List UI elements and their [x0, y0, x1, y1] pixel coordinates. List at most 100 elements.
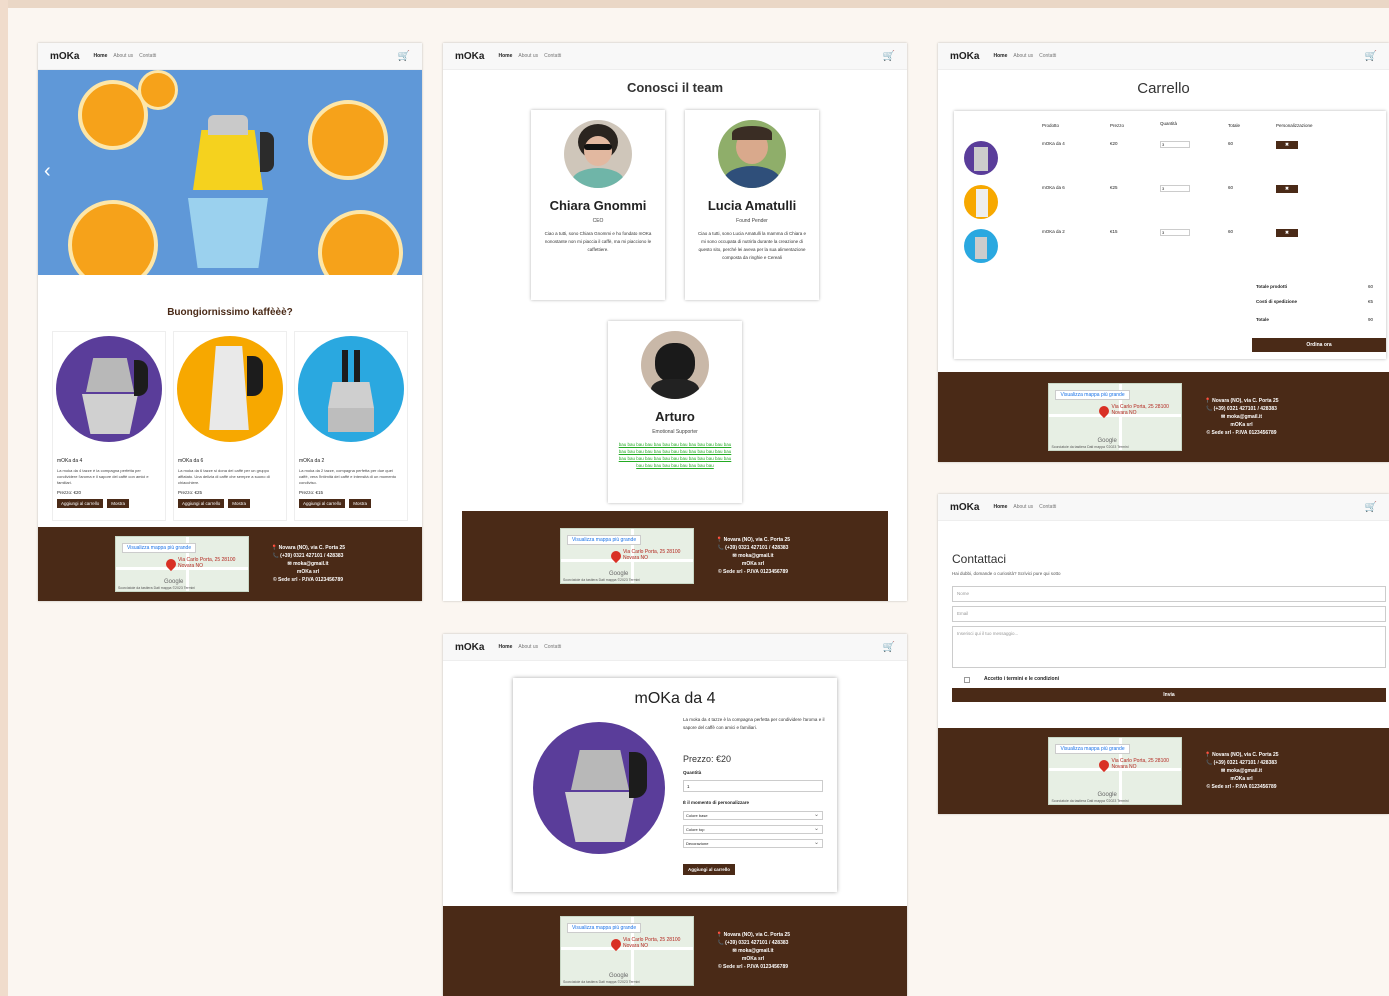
logo[interactable]: mOKa: [455, 642, 484, 653]
cart-item-image: [964, 141, 998, 175]
map-enlarge-button[interactable]: Visualizza mappa più grande: [566, 535, 642, 545]
navbar: mOKa Home About us Contatti 🛒: [938, 494, 1389, 521]
logo[interactable]: mOKa: [455, 51, 484, 62]
nav-about[interactable]: About us: [1013, 53, 1033, 59]
email-input[interactable]: Email: [952, 606, 1386, 622]
moka-lid: [208, 115, 248, 135]
name-input[interactable]: Nome: [952, 586, 1386, 602]
remove-item-button[interactable]: ✖: [1276, 185, 1298, 193]
footer-address: 📍 Novara (NO), via C. Porta 25: [715, 537, 791, 543]
select-base-color[interactable]: Colore base: [683, 811, 823, 820]
footer-email[interactable]: ✉ moka@gmail.it: [716, 947, 790, 955]
cart-qty-input[interactable]: 3: [1160, 141, 1190, 148]
cart-icon[interactable]: 🛒: [1365, 51, 1377, 62]
select-decoration[interactable]: Decorazione: [683, 839, 823, 848]
nav-home[interactable]: Home: [93, 53, 107, 59]
cart-qty-input[interactable]: 3: [1160, 229, 1190, 236]
map-place-label: Via Carlo Porta, 25 28100 Novara NO: [1111, 758, 1169, 770]
member-name: Chiara Gnommi: [549, 198, 647, 213]
cart-icon[interactable]: 🛒: [1365, 502, 1377, 513]
product-price: Prezzo: €25: [178, 490, 203, 495]
product-buttons: Aggiungi al carrello Mostra: [53, 499, 165, 508]
footer: Visualizza mappa più grande Via Carlo Po…: [938, 372, 1389, 462]
cart-icon[interactable]: 🛒: [883, 642, 895, 653]
footer-legal: © Sede srl - P.IVA 0123456789: [717, 569, 789, 575]
col-total: Totale: [1228, 123, 1241, 128]
member-role: Found Pender: [736, 218, 768, 224]
logo[interactable]: mOKa: [950, 502, 979, 513]
select-top-color[interactable]: Colore top: [683, 825, 823, 834]
terms-checkbox[interactable]: [964, 677, 970, 683]
detail-card: mOKa da 4 La moka da 4 tazze è la compag…: [513, 678, 837, 892]
remove-item-button[interactable]: ✖: [1276, 229, 1298, 237]
footer-phone: 📞 (+39) 0321 427101 / 428383: [1206, 406, 1277, 412]
product-image[interactable]: [177, 336, 283, 442]
map-attribution: Scorciatoie da tastiera Dati mappa ©2023…: [562, 578, 641, 582]
nav-contact[interactable]: Contatti: [544, 53, 561, 59]
map-place-label: Via Carlo Porta, 25 28100 Novara NO: [1111, 404, 1169, 416]
cart-icon[interactable]: 🛒: [883, 51, 895, 62]
nav-home[interactable]: Home: [993, 504, 1007, 510]
add-to-cart-button[interactable]: Aggiungi al carrello: [57, 499, 104, 508]
summary-value: 60: [1368, 284, 1374, 289]
map-embed[interactable]: Visualizza mappa più grande Via Carlo Po…: [559, 916, 694, 986]
product-image[interactable]: [56, 336, 162, 442]
add-to-cart-button[interactable]: Aggiungi al carrello: [683, 864, 736, 875]
logo[interactable]: mOKa: [950, 51, 979, 62]
map-embed[interactable]: Visualizza mappa più grande Via Carlo Po…: [559, 528, 694, 584]
team-card: Lucia Amatulli Found Pender Ciao a tutti…: [685, 110, 819, 300]
map-embed[interactable]: Visualizza mappa più grande Via Carlo Po…: [114, 536, 249, 592]
product-desc: La moka da 2 tazze, compagna perfetta pe…: [299, 468, 397, 485]
map-enlarge-button[interactable]: Visualizza mappa più grande: [121, 543, 197, 553]
cart-qty-input[interactable]: 3: [1160, 185, 1190, 192]
cart-icon[interactable]: 🛒: [398, 51, 410, 62]
nav-about[interactable]: About us: [518, 644, 538, 650]
checkout-button[interactable]: Ordina ora: [1252, 338, 1386, 352]
add-to-cart-button[interactable]: Aggiungi al carrello: [178, 499, 225, 508]
map-embed[interactable]: Visualizza mappa più grande Via Carlo Po…: [1048, 383, 1183, 451]
nav-about[interactable]: About us: [1013, 504, 1033, 510]
footer-email[interactable]: ✉ moka@gmail.it: [1204, 767, 1278, 775]
logo[interactable]: mOKa: [50, 51, 79, 62]
nav-about[interactable]: About us: [113, 53, 133, 59]
background-band: [0, 0, 1389, 8]
col-product: Prodotto: [1042, 123, 1060, 128]
nav-home[interactable]: Home: [993, 53, 1007, 59]
qty-input[interactable]: 1: [683, 780, 823, 792]
contact-subtitle: Hai dubbi, domande o curiosità? Scrivici…: [952, 571, 1061, 576]
footer-phone: 📞 (+39) 0321 427101 / 428383: [717, 545, 789, 551]
nav-contact[interactable]: Contatti: [1039, 53, 1056, 59]
map-embed[interactable]: Visualizza mappa più grande Via Carlo Po…: [1048, 737, 1183, 805]
nav-contact[interactable]: Contatti: [1039, 504, 1056, 510]
map-google-logo: Google: [608, 973, 629, 979]
nav-home[interactable]: Home: [498, 644, 512, 650]
footer-legal: © Sede srl - P.IVA 0123456789: [717, 964, 789, 970]
product-image[interactable]: [298, 336, 404, 442]
map-attribution: Scorciatoie da tastiera Dati mappa ©2023…: [1051, 799, 1129, 803]
nav-contact[interactable]: Contatti: [544, 644, 561, 650]
footer-address: 📍 Novara (NO), via C. Porta 25: [715, 932, 791, 938]
map-enlarge-button[interactable]: Visualizza mappa più grande: [1055, 390, 1130, 400]
message-textarea[interactable]: Inserisci qui il tuo messaggio...: [952, 626, 1386, 668]
show-button[interactable]: Mostra: [107, 499, 130, 508]
navbar: mOKa Home About us Contatti 🛒: [443, 43, 907, 70]
nav-home[interactable]: Home: [498, 53, 512, 59]
nav-about[interactable]: About us: [518, 53, 538, 59]
remove-item-button[interactable]: ✖: [1276, 141, 1298, 149]
footer-email[interactable]: ✉ moka@gmail.it: [271, 560, 345, 568]
nav-contact[interactable]: Contatti: [139, 53, 156, 59]
show-button[interactable]: Mostra: [228, 499, 251, 508]
orange-slice: [318, 210, 403, 275]
map-enlarge-button[interactable]: Visualizza mappa più grande: [566, 923, 642, 933]
map-enlarge-button[interactable]: Visualizza mappa più grande: [1055, 744, 1130, 754]
footer-email[interactable]: ✉ moka@gmail.it: [716, 552, 790, 560]
footer-email[interactable]: ✉ moka@gmail.it: [1204, 413, 1278, 421]
show-button[interactable]: Mostra: [349, 499, 372, 508]
send-button[interactable]: Invia: [952, 688, 1386, 702]
add-to-cart-button[interactable]: Aggiungi al carrello: [299, 499, 346, 508]
carousel-prev-icon[interactable]: ‹: [44, 160, 51, 183]
col-price: Prezzo: [1110, 123, 1125, 128]
footer-legal: © Sede srl - P.IVA 0123456789: [1206, 784, 1277, 790]
product-desc: La moka da 4 tazze è la compagna perfett…: [57, 468, 149, 485]
member-name: Lucia Amatulli: [707, 198, 797, 213]
